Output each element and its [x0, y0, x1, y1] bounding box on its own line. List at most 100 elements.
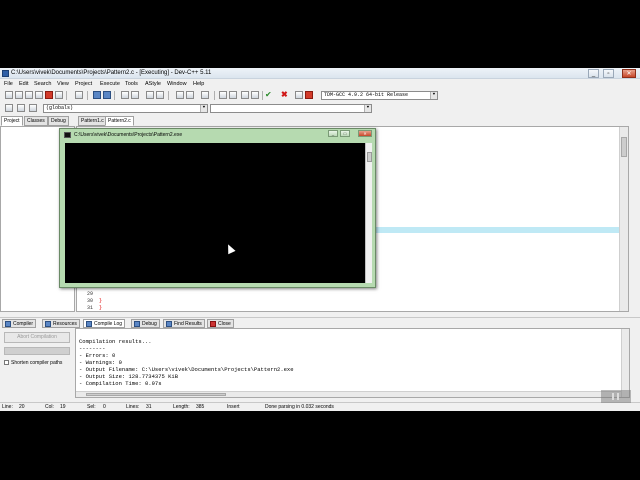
log-line: --------: [79, 345, 106, 352]
toggle-bookmark-icon[interactable]: [17, 104, 25, 112]
status-line-value: 20: [19, 404, 25, 410]
status-col-value: 19: [60, 404, 66, 410]
project-add-icon[interactable]: [229, 91, 237, 99]
goto-bookmark-icon[interactable]: [29, 104, 37, 112]
minimize-button[interactable]: _: [588, 69, 599, 78]
save-icon[interactable]: [25, 91, 33, 99]
console-scrollbar[interactable]: [365, 143, 372, 283]
indent-icon[interactable]: [146, 91, 154, 99]
unindent-icon[interactable]: [156, 91, 164, 99]
tab-classes[interactable]: Classes: [24, 116, 48, 126]
file-tab-pattern1[interactable]: Pattern1.c: [78, 116, 107, 126]
line-number: 29: [86, 291, 93, 297]
bottom-panel-tabs: Compiler Resources Compile Log Debug Fin…: [0, 317, 640, 328]
console-close-button[interactable]: ✕: [358, 130, 372, 137]
menu-view[interactable]: View: [57, 81, 69, 87]
console-output[interactable]: [65, 143, 365, 283]
compiler-select-value: TDM-GCC 4.9.2 64-bit Release: [324, 92, 409, 98]
undo-icon[interactable]: [93, 91, 101, 99]
compile-log[interactable]: Compilation results... -------- - Errors: …: [75, 328, 630, 398]
status-message: Done parsing in 0.032 seconds: [265, 404, 334, 410]
new-file-icon[interactable]: [5, 91, 13, 99]
menu-file[interactable]: File: [4, 81, 13, 87]
replace-icon[interactable]: [131, 91, 139, 99]
log-line: - Errors: 0: [79, 352, 116, 359]
tab-compile-log[interactable]: Compile Log: [83, 319, 126, 328]
compile-progress-bar: [4, 347, 70, 355]
tab-debug[interactable]: Debug: [48, 116, 69, 126]
scrollbar-thumb[interactable]: [367, 152, 372, 162]
log-line: - Output Size: 128.7734375 KiB: [79, 373, 179, 380]
title-bar: C:\Users\vivek\Documents\Projects\Patter…: [0, 68, 640, 79]
abort-compilation-button[interactable]: Abort Compilation: [4, 332, 70, 343]
menu-astyle[interactable]: AStyle: [145, 81, 161, 87]
goto-forward-icon[interactable]: [186, 91, 194, 99]
goto-back-icon[interactable]: [176, 91, 184, 99]
bookmark-icon[interactable]: [201, 91, 209, 99]
save-all-icon[interactable]: [35, 91, 43, 99]
chevron-down-icon: ▼: [430, 92, 437, 99]
window-title: C:\Users\vivek\Documents\Projects\Patter…: [11, 70, 212, 76]
file-tab-pattern2[interactable]: Pattern2.c: [105, 116, 134, 126]
function-select[interactable]: ▼: [210, 104, 372, 113]
menu-edit[interactable]: Edit: [19, 81, 28, 87]
toolbar-separator: [168, 91, 169, 100]
line-number: 30: [86, 298, 93, 304]
menu-execute[interactable]: Execute: [100, 81, 120, 87]
scope-select[interactable]: (globals) ▼: [43, 104, 208, 113]
print-icon[interactable]: [75, 91, 83, 99]
menu-search[interactable]: Search: [34, 81, 51, 87]
log-line: - Output Filename: C:\Users\vivek\Docume…: [79, 366, 294, 373]
scrollbar-thumb[interactable]: [621, 137, 627, 157]
stop-execution-icon[interactable]: ✖: [281, 91, 289, 99]
tab-compiler-label: Compiler: [13, 321, 34, 327]
tab-close[interactable]: Close: [207, 319, 234, 328]
code-brace: }: [99, 298, 103, 304]
console-minimize-button[interactable]: _: [328, 130, 338, 137]
insert-icon[interactable]: [5, 104, 13, 112]
open-file-icon[interactable]: [15, 91, 23, 99]
maximize-button[interactable]: ▫: [603, 69, 614, 78]
scope-select-value: (globals): [46, 105, 74, 111]
close-all-icon[interactable]: [55, 91, 63, 99]
find-icon[interactable]: [121, 91, 129, 99]
compiler-select[interactable]: TDM-GCC 4.9.2 64-bit Release ▼: [321, 91, 438, 100]
redo-icon[interactable]: [103, 91, 111, 99]
close-button[interactable]: ✕: [622, 69, 636, 78]
log-hscrollbar[interactable]: [76, 391, 621, 397]
status-lines-label: Lines:: [126, 404, 140, 410]
console-icon: [64, 132, 71, 138]
menu-tools[interactable]: Tools: [125, 81, 138, 87]
tab-find-results[interactable]: Find Results: [163, 319, 205, 328]
console-window[interactable]: C:\Users\vivek\Documents\Projects\Patter…: [59, 128, 376, 288]
project-remove-icon[interactable]: [241, 91, 249, 99]
status-length-value: 385: [196, 404, 205, 410]
toolbar-separator: [87, 91, 88, 100]
shorten-paths-checkbox[interactable]: [4, 360, 9, 366]
main-toolbar: ✔ ✖ TDM-GCC 4.9.2 64-bit Release ▼: [0, 89, 640, 102]
scrollbar-thumb[interactable]: [86, 393, 226, 396]
tab-project[interactable]: Project: [1, 116, 23, 126]
project-new-icon[interactable]: [219, 91, 227, 99]
project-options-icon[interactable]: [251, 91, 259, 99]
log-scrollbar[interactable]: [621, 329, 629, 397]
shorten-paths-option[interactable]: Shorten compiler paths: [4, 360, 62, 366]
tab-compiler[interactable]: Compiler: [2, 319, 37, 328]
tab-resources[interactable]: Resources: [42, 319, 80, 328]
status-mode: Insert: [227, 404, 240, 410]
menu-help[interactable]: Help: [193, 81, 204, 87]
console-maximize-button[interactable]: □: [340, 130, 350, 137]
profile-icon[interactable]: [305, 91, 313, 99]
status-length-label: Length:: [173, 404, 190, 410]
menu-project[interactable]: Project: [75, 81, 92, 87]
tab-debug-bottom[interactable]: Debug: [131, 319, 160, 328]
check-syntax-icon[interactable]: ✔: [265, 91, 273, 99]
menu-window[interactable]: Window: [167, 81, 187, 87]
line-number: 31: [86, 305, 93, 311]
pause-icon[interactable]: [601, 390, 631, 403]
editor-scrollbar[interactable]: [619, 127, 628, 311]
close-file-icon[interactable]: [45, 91, 53, 99]
tab-compile-log-label: Compile Log: [94, 321, 123, 327]
code-brace: }: [99, 305, 103, 311]
chart-icon[interactable]: [295, 91, 303, 99]
